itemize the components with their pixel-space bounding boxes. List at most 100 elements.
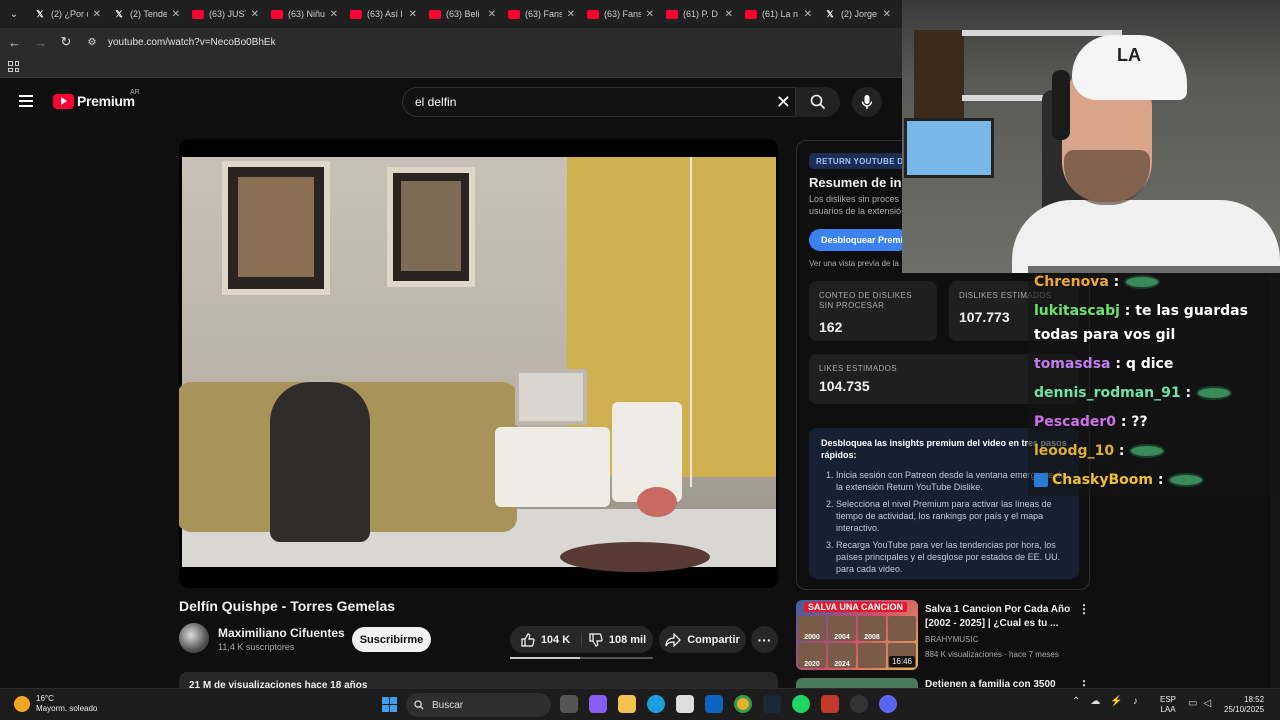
outlook-icon[interactable] <box>705 695 723 713</box>
search-icon <box>414 700 424 710</box>
close-tab-icon[interactable]: ✕ <box>93 9 101 20</box>
browser-tab[interactable]: (63) Fans ✕ <box>502 0 581 28</box>
share-icon <box>665 632 682 647</box>
search-button[interactable] <box>796 87 840 117</box>
browser-tab[interactable]: 𝕏 (2) ¿Por q ✕ <box>28 0 107 28</box>
subscriber-count: 11,4 K suscriptores <box>218 642 295 652</box>
edge-icon[interactable] <box>647 695 665 713</box>
spotify-icon[interactable] <box>792 695 810 713</box>
chrome-icon[interactable] <box>734 695 752 713</box>
close-tab-icon[interactable]: ✕ <box>251 9 259 20</box>
browser-tab[interactable]: (63) JUST ✕ <box>186 0 265 28</box>
chat-message: Pescader0 : ?? <box>1034 414 1148 430</box>
language-indicator[interactable]: ESP LAA <box>1160 695 1176 715</box>
menu-icon[interactable] <box>19 95 33 107</box>
subscribe-button[interactable]: Suscribirme <box>352 627 431 652</box>
like-button[interactable]: 104 K <box>510 632 582 647</box>
more-actions-button[interactable]: ··· <box>751 626 778 653</box>
preview-link[interactable]: Ver una vista previa de la <box>809 259 899 268</box>
volume-icon[interactable]: ◁ <box>1203 698 1211 709</box>
back-icon[interactable]: ← <box>8 35 21 50</box>
copilot-icon[interactable] <box>589 695 607 713</box>
video-app-icon[interactable] <box>821 695 839 713</box>
close-tab-icon[interactable]: ✕ <box>883 9 891 20</box>
search-input[interactable]: el delfin ✕ <box>402 87 796 117</box>
badge-icon <box>1034 473 1048 487</box>
chat-message: ChaskyBoom : <box>1034 466 1274 495</box>
close-tab-icon[interactable]: ✕ <box>804 9 812 20</box>
clear-search-icon[interactable]: ✕ <box>776 92 791 112</box>
chat-emote-icon <box>1195 386 1232 400</box>
raw-dislikes-card: CONTEO DE DISLIKES SIN PROCESAR 162 <box>809 281 937 341</box>
close-tab-icon[interactable]: ✕ <box>172 9 180 20</box>
tab-search-icon[interactable]: ⌄ <box>0 0 28 28</box>
youtube-premium-logo[interactable]: Premium AR <box>53 89 140 109</box>
recommendation-thumbnail[interactable]: SALVA UNA CANCION 2000 2004 2008 2020 2024 … <box>796 600 918 670</box>
tab-title: (61) P. D <box>683 9 718 19</box>
browser-tab[interactable]: (63) Niñu ✕ <box>265 0 344 28</box>
mic-tray-icon[interactable]: ♪ <box>1133 696 1138 707</box>
display-icon[interactable]: ▭ <box>1188 698 1197 709</box>
recommendation-channel[interactable]: BRAHYMUSIC <box>925 635 978 644</box>
youtube-play-icon <box>53 93 74 109</box>
close-tab-icon[interactable]: ✕ <box>646 9 654 20</box>
weather-widget[interactable]: 16°C Mayorm. soleado <box>14 694 97 714</box>
taskbar-search[interactable]: Buscar <box>406 693 551 717</box>
channel-name[interactable]: Maximiliano Cifuentes <box>218 626 345 640</box>
tab-title: (2) Jorge <box>841 9 878 19</box>
chat-message: lukitascabj : te las guardas todas para … <box>1034 303 1248 343</box>
chat-text: ?? <box>1131 414 1148 430</box>
store-icon[interactable] <box>676 695 694 713</box>
close-tab-icon[interactable]: ✕ <box>567 9 575 20</box>
chat-username: dennis_rodman_91 <box>1034 385 1181 401</box>
discord-icon[interactable] <box>879 695 897 713</box>
apps-grid-icon[interactable] <box>8 61 19 72</box>
browser-tab[interactable]: (63) Beli ✕ <box>423 0 502 28</box>
network-icon[interactable]: ⚡ <box>1110 696 1122 707</box>
youtube-favicon-icon <box>508 9 520 19</box>
close-tab-icon[interactable]: ✕ <box>409 9 417 20</box>
file-explorer-icon[interactable] <box>618 695 636 713</box>
youtube-favicon-icon <box>429 9 441 19</box>
chat-emote-icon <box>1168 473 1205 487</box>
browser-tab[interactable]: 𝕏 (2) Tende ✕ <box>107 0 186 28</box>
channel-avatar[interactable] <box>179 623 209 653</box>
reload-icon[interactable]: ↻ <box>60 34 72 50</box>
share-button[interactable]: Compartir <box>659 626 746 653</box>
chat-username: lukitascabj <box>1034 303 1120 319</box>
close-tab-icon[interactable]: ✕ <box>330 9 338 20</box>
close-tab-icon[interactable]: ✕ <box>725 9 733 20</box>
chat-username: Chrenova <box>1034 274 1109 290</box>
tab-title: (2) Tende <box>130 9 167 19</box>
system-tray: ⌃ ☁ ⚡ ♪ <box>1072 696 1138 707</box>
browser-tab[interactable]: (63) Así l ✕ <box>344 0 423 28</box>
insight-step: Recarga YouTube para ver las tendencias … <box>836 539 1067 575</box>
browser-tab[interactable]: (61) P. D ✕ <box>660 0 739 28</box>
start-button[interactable] <box>382 697 397 712</box>
steam-icon[interactable] <box>763 695 781 713</box>
x-favicon-icon: 𝕏 <box>826 8 834 19</box>
recommendation-menu-icon[interactable]: ⋮ <box>1078 602 1090 616</box>
unlock-premium-button[interactable]: Desbloquear Premi <box>809 229 909 251</box>
chevron-up-icon[interactable]: ⌃ <box>1072 696 1080 707</box>
forward-icon[interactable]: → <box>34 35 47 50</box>
voice-search-button[interactable] <box>852 87 882 117</box>
video-player[interactable] <box>179 139 778 588</box>
clock[interactable]: 18:52 25/10/2025 <box>1224 695 1264 715</box>
site-info-icon[interactable]: ⚙ <box>86 37 98 48</box>
chat-text: q dice <box>1125 356 1174 372</box>
recommendation-item[interactable]: SALVA UNA CANCION 2000 2004 2008 2020 2024 … <box>796 600 1280 670</box>
sync-icon[interactable]: ☁ <box>1090 696 1100 707</box>
browser-tab[interactable]: (63) Fans ✕ <box>581 0 660 28</box>
dislike-count: 108 mil <box>608 633 647 646</box>
recommendation-meta: 884 K visualizaciones · hace 7 meses <box>925 650 1059 659</box>
dislike-button[interactable]: 108 mil <box>582 632 653 647</box>
close-tab-icon[interactable]: ✕ <box>488 9 496 20</box>
obs-icon[interactable] <box>850 695 868 713</box>
url-field[interactable]: youtube.com/watch?v=NecoBo0BhEk <box>108 37 276 48</box>
tab-title: (63) Niñu <box>288 9 325 19</box>
browser-tab[interactable]: (61) La n ✕ <box>739 0 818 28</box>
recommendation-title[interactable]: Salva 1 Cancion Por Cada Año [2002 - 202… <box>925 603 1075 631</box>
task-view-icon[interactable] <box>560 695 578 713</box>
browser-tab[interactable]: 𝕏 (2) Jorge ✕ <box>818 0 897 28</box>
